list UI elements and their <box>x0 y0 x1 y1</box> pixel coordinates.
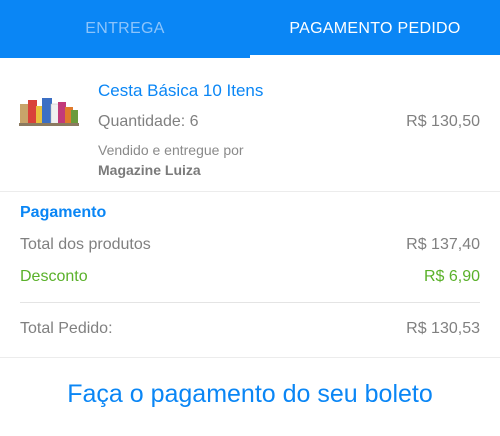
products-total-label: Total dos produtos <box>20 236 151 253</box>
seller-name: Magazine Luiza <box>98 162 201 178</box>
payment-summary: Pagamento Total dos produtos R$ 137,40 D… <box>0 192 500 358</box>
tab-pagamento-pedido[interactable]: PAGAMENTO PEDIDO <box>250 0 500 58</box>
product-item: Cesta Básica 10 Itens Quantidade: 6 R$ 1… <box>0 58 500 192</box>
sold-by-label: Vendido e entregue por <box>98 142 244 158</box>
divider <box>20 302 480 303</box>
discount-label: Desconto <box>20 268 88 285</box>
order-total-value: R$ 130,53 <box>406 320 480 337</box>
product-thumbnail <box>19 98 79 126</box>
pay-boleto-button[interactable]: Faça o pagamento do seu boleto <box>0 380 500 409</box>
product-price: R$ 130,50 <box>406 113 480 130</box>
order-total-label: Total Pedido: <box>20 320 113 337</box>
payment-title: Pagamento <box>20 204 107 221</box>
tab-bar: ENTREGA PAGAMENTO PEDIDO <box>0 0 500 58</box>
tab-entrega[interactable]: ENTREGA <box>0 0 250 58</box>
product-name[interactable]: Cesta Básica 10 Itens <box>98 81 480 101</box>
seller-info: Vendido e entregue por Magazine Luiza <box>98 140 480 180</box>
products-total-value: R$ 137,40 <box>406 236 480 253</box>
product-quantity: Quantidade: 6 <box>98 113 199 130</box>
discount-value: R$ 6,90 <box>423 268 480 285</box>
